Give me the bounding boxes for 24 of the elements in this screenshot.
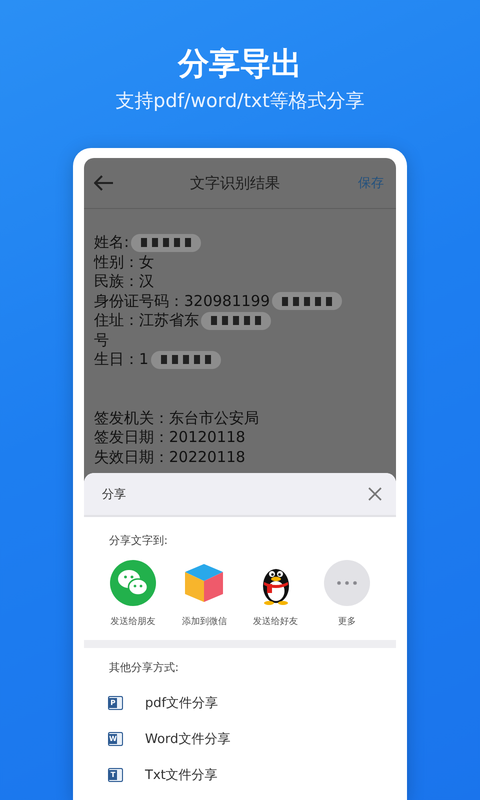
share-target-label[interactable]: 添加到微信 [182, 615, 227, 628]
field-text: 住址：江苏省东 [94, 311, 199, 330]
field-text: 姓名: [94, 233, 130, 252]
field-text: 民族：汉 [94, 272, 154, 292]
share-target-label[interactable]: 发送给好友 [253, 615, 298, 628]
close-button[interactable] [366, 485, 384, 503]
section-label: 其他分享方式: [108, 660, 180, 675]
field-text: 身份证号码：320981199 [94, 292, 270, 311]
close-icon [366, 485, 384, 503]
share-target-label[interactable]: 发送给朋友 [110, 615, 156, 628]
sheet-title: 分享 [102, 486, 126, 502]
field-text: 失效日期：20220118 [94, 448, 246, 467]
field-text: 签发日期：20120118 [94, 428, 246, 448]
chat-bubbles-icon[interactable] [110, 560, 156, 606]
section-label: 分享文字到: [108, 533, 169, 548]
field-text: 号 [94, 330, 109, 350]
field-text: 性别：女 [94, 252, 154, 272]
field-text: 生日：1 [94, 350, 149, 370]
promo-subtitle: 支持pdf/word/txt等格式分享 [115, 89, 365, 114]
back-arrow-icon[interactable] [94, 175, 114, 191]
field-text: 签发机关：东台市公安局 [94, 408, 259, 428]
promo-title: 分享导出 [178, 45, 302, 84]
share-target-label[interactable]: 更多 [338, 615, 356, 628]
screen-title: 文字识别结果 [190, 174, 280, 192]
